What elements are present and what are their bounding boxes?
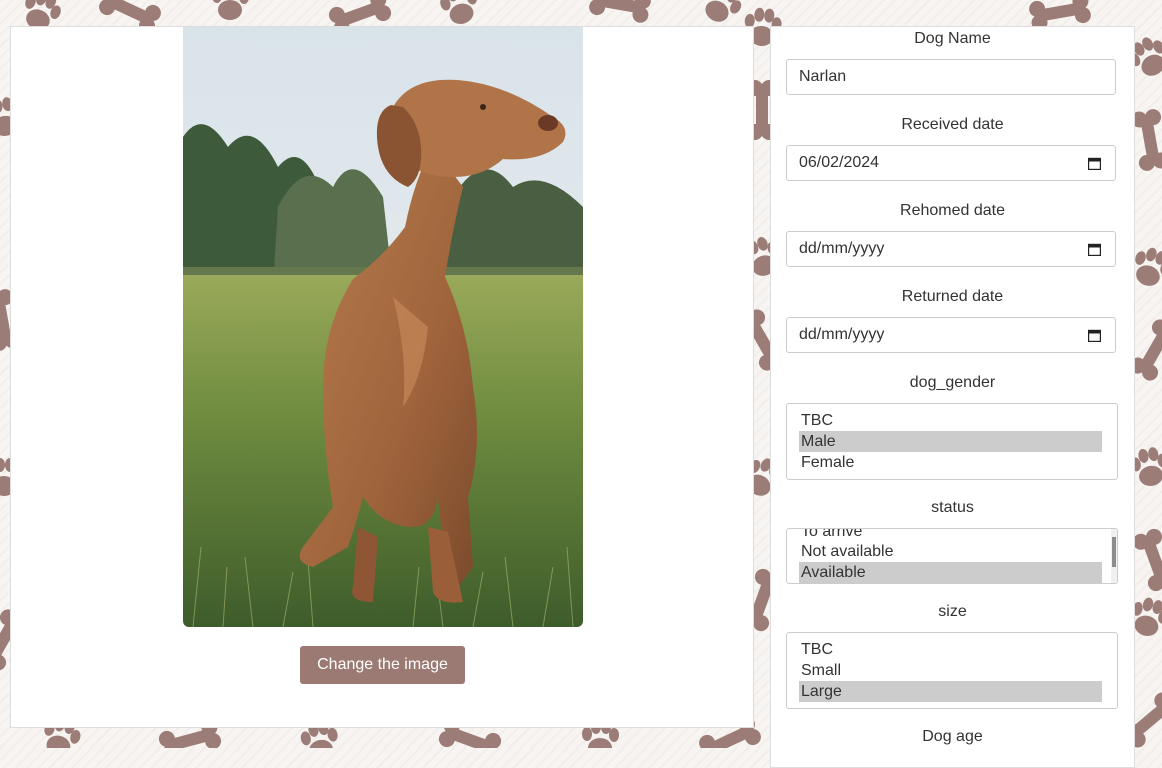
dog-age-label: Dog age xyxy=(922,728,983,745)
dog-photo-illustration xyxy=(183,27,583,627)
status-option-available[interactable]: Available xyxy=(799,562,1102,583)
dog-name-label: Dog Name xyxy=(914,30,991,47)
calendar-icon[interactable] xyxy=(1088,157,1101,170)
calendar-icon[interactable] xyxy=(1088,243,1101,256)
dog-gender-label: dog_gender xyxy=(909,374,996,391)
size-option-large[interactable]: Large xyxy=(799,681,1102,702)
size-option-tbc[interactable]: TBC xyxy=(799,639,1102,660)
calendar-icon[interactable] xyxy=(1088,329,1101,342)
size-listbox[interactable]: TBC Small Large xyxy=(786,632,1118,709)
returned-date-value: dd/mm/yyyy xyxy=(799,326,885,343)
status-scrollbar[interactable] xyxy=(1111,529,1117,583)
returned-date-input[interactable]: dd/mm/yyyy xyxy=(786,317,1116,353)
gender-option-male[interactable]: Male xyxy=(799,431,1102,452)
dog-gender-listbox[interactable]: TBC Male Female xyxy=(786,403,1118,480)
status-option-to-arrive[interactable]: To arrive xyxy=(799,529,1102,542)
dog-photo xyxy=(183,27,583,627)
received-date-input[interactable]: 06/02/2024 xyxy=(786,145,1116,181)
gender-option-female[interactable]: Female xyxy=(799,452,1102,473)
status-scrollbar-thumb[interactable] xyxy=(1112,537,1116,567)
size-label: size xyxy=(938,603,967,620)
status-label: status xyxy=(931,499,974,516)
received-date-label: Received date xyxy=(901,116,1004,133)
rehomed-date-value: dd/mm/yyyy xyxy=(799,240,885,257)
rehomed-date-label: Rehomed date xyxy=(900,202,1005,219)
dog-details-form: Dog Name Narlan Received date 06/02/2024… xyxy=(770,26,1135,768)
dog-image-card: Change the image xyxy=(10,26,754,728)
change-image-button[interactable]: Change the image xyxy=(300,646,465,684)
dog-name-input[interactable]: Narlan xyxy=(786,59,1116,95)
returned-date-label: Returned date xyxy=(901,288,1004,305)
size-option-small[interactable]: Small xyxy=(799,660,1102,681)
status-option-not-available[interactable]: Not available xyxy=(799,541,1102,562)
rehomed-date-input[interactable]: dd/mm/yyyy xyxy=(786,231,1116,267)
gender-option-tbc[interactable]: TBC xyxy=(799,410,1102,431)
received-date-value: 06/02/2024 xyxy=(799,154,880,171)
status-listbox[interactable]: To arrive Not available Available xyxy=(786,528,1118,584)
